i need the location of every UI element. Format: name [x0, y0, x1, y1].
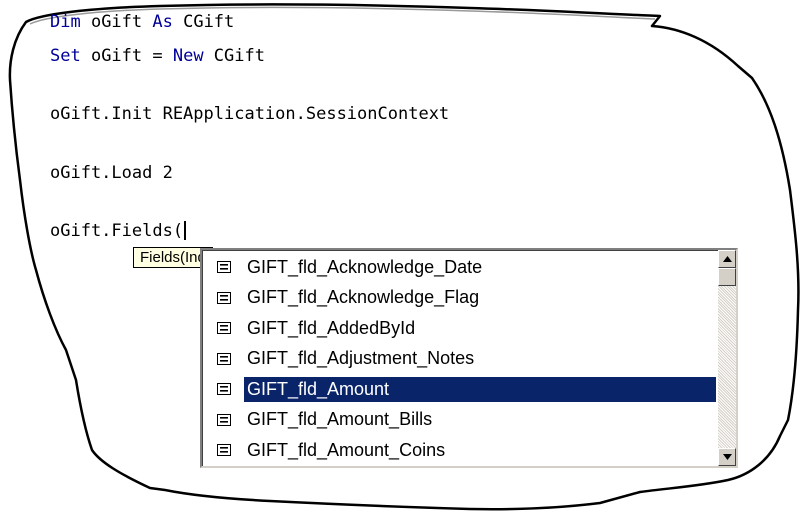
autocomplete-list[interactable]: GIFT_fld_Acknowledge_Date GIFT_fld_Acknow… [200, 248, 738, 468]
code-text: CGift [203, 46, 265, 66]
keyword-new: New [172, 46, 204, 66]
autocomplete-items: GIFT_fld_Acknowledge_Date GIFT_fld_Acknow… [204, 252, 716, 466]
list-item[interactable]: GIFT_fld_Amount_Coins [204, 435, 716, 466]
list-item[interactable]: GIFT_fld_Adjustment_Notes [204, 344, 716, 375]
code-text: oGift [80, 12, 153, 32]
enum-member-icon [204, 291, 244, 304]
arrow-up-icon [722, 256, 732, 262]
keyword-as: As [152, 12, 173, 32]
code-text: CGift [172, 12, 235, 32]
scroll-up-button[interactable] [718, 250, 736, 268]
list-item-label: GIFT_fld_AddedById [247, 317, 416, 338]
enum-member-icon [204, 383, 244, 396]
list-item[interactable]: GIFT_fld_Acknowledge_Date [204, 252, 716, 283]
code-text: oGift.Fields( [50, 221, 184, 241]
code-line: oGift.Load 2 [50, 163, 173, 183]
arrow-down-icon [722, 454, 732, 460]
enum-member-icon [204, 322, 244, 335]
code-text: oGift = [80, 46, 173, 66]
list-item[interactable]: GIFT_fld_Acknowledge_Flag [204, 283, 716, 314]
list-item-label: GIFT_fld_Adjustment_Notes [247, 348, 475, 369]
code-line: Set oGift = New CGift [50, 46, 265, 66]
list-item-label: GIFT_fld_Amount_Bills [247, 409, 433, 430]
list-item-label: GIFT_fld_Amount_Coins [247, 439, 446, 460]
enum-member-icon [204, 444, 244, 457]
text-caret [184, 221, 187, 240]
vertical-scrollbar[interactable] [718, 250, 736, 466]
code-line: oGift.Init REApplication.SessionContext [50, 104, 450, 124]
keyword-set: Set [50, 46, 81, 66]
list-item-selected[interactable]: GIFT_fld_Amount [204, 374, 716, 405]
list-item[interactable]: GIFT_fld_AddedById [204, 313, 716, 344]
code-line-current: oGift.Fields( [50, 221, 187, 241]
code-line: Dim oGift As CGift [50, 12, 234, 32]
scroll-down-button[interactable] [718, 448, 736, 466]
list-item[interactable]: GIFT_fld_Amount_Bills [204, 405, 716, 436]
enum-member-icon [204, 261, 244, 274]
keyword-dim: Dim [50, 12, 81, 32]
list-item-label: GIFT_fld_Acknowledge_Flag [247, 287, 480, 308]
enum-member-icon [204, 413, 244, 426]
list-item-label: GIFT_fld_Amount [244, 376, 716, 402]
enum-member-icon [204, 352, 244, 365]
list-item-label: GIFT_fld_Acknowledge_Date [247, 256, 483, 277]
scroll-thumb[interactable] [718, 268, 736, 286]
